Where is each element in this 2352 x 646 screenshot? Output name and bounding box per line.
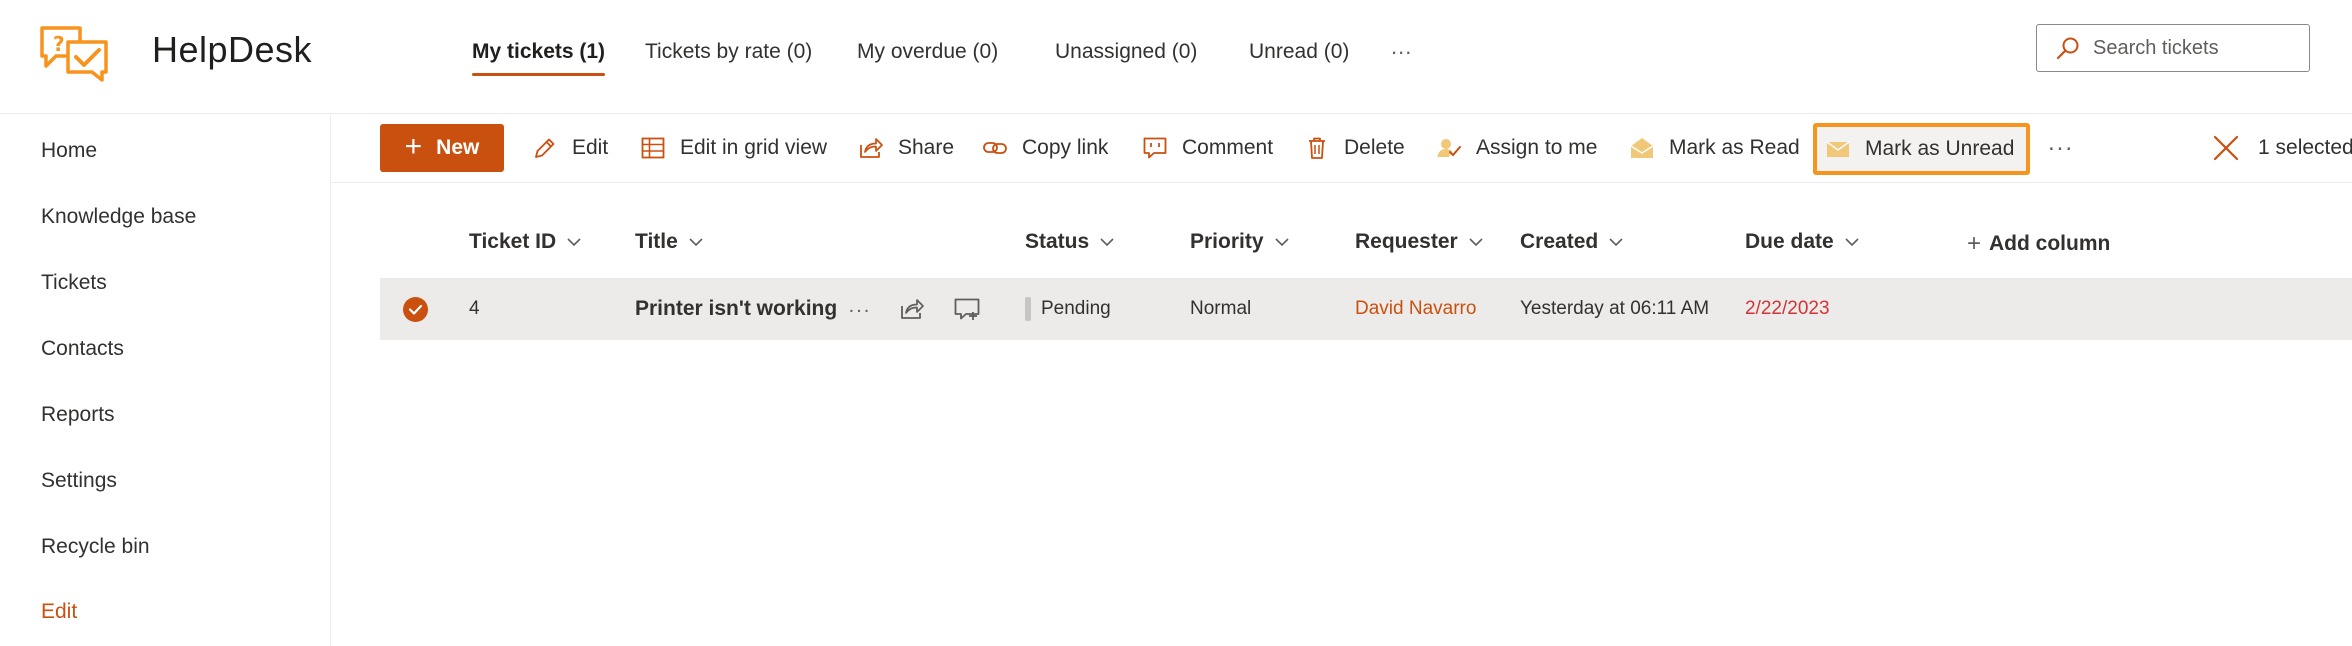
chevron-down-icon xyxy=(567,238,581,247)
sidebar-item-reports[interactable]: Reports xyxy=(41,400,115,430)
column-label: Title xyxy=(635,230,678,253)
sidebar-item-settings[interactable]: Settings xyxy=(41,466,117,496)
pencil-icon xyxy=(535,138,555,158)
column-label: Due date xyxy=(1745,230,1834,253)
column-label: Status xyxy=(1025,230,1090,253)
add-comment-icon xyxy=(954,298,980,320)
copy-link-button[interactable]: Copy link xyxy=(982,124,1108,172)
link-icon xyxy=(983,142,1007,154)
chevron-down-icon xyxy=(1100,238,1114,247)
chevron-down-icon xyxy=(1609,238,1623,247)
row-more-button[interactable]: ... xyxy=(846,292,874,320)
command-bar: + New Edit Edit in grid view Share Copy … xyxy=(332,115,2352,183)
search-icon xyxy=(2056,37,2079,60)
tab-unassigned[interactable]: Unassigned (0) xyxy=(1055,36,1197,68)
mark-as-unread-label: Mark as Unread xyxy=(1865,137,2015,160)
assign-person-icon xyxy=(1437,139,1461,157)
row-checkbox[interactable] xyxy=(403,297,428,322)
add-column-label: Add column xyxy=(1989,232,2111,255)
copy-link-label: Copy link xyxy=(1022,136,1109,159)
column-header-requester[interactable]: Requester xyxy=(1355,230,1484,254)
delete-button[interactable]: Delete xyxy=(1304,124,1405,172)
cell-priority: Normal xyxy=(1190,298,1252,319)
column-header-title[interactable]: Title xyxy=(635,230,704,254)
table-row[interactable]: 4 Printer isn't working ... Pending Norm… xyxy=(380,278,2352,340)
sidebar-item-contacts[interactable]: Contacts xyxy=(41,334,124,364)
assign-to-me-button[interactable]: Assign to me xyxy=(1436,124,1597,172)
column-header-status[interactable]: Status xyxy=(1025,230,1115,254)
trash-icon xyxy=(1309,137,1325,159)
column-header-priority[interactable]: Priority xyxy=(1190,230,1290,254)
column-header-due-date[interactable]: Due date xyxy=(1745,230,1860,254)
cell-ticket-id: 4 xyxy=(469,298,480,319)
clear-selection-button[interactable]: 1 selected xyxy=(2212,124,2352,172)
cell-created: Yesterday at 06:11 AM xyxy=(1520,298,1710,319)
cell-title[interactable]: Printer isn't working xyxy=(635,278,837,340)
envelope-closed-icon xyxy=(1826,141,1850,157)
sidebar-item-knowledge-base[interactable]: Knowledge base xyxy=(41,202,196,232)
close-icon xyxy=(2213,135,2239,161)
chevron-down-icon xyxy=(1274,238,1289,247)
column-label: Ticket ID xyxy=(469,230,557,253)
cell-status: Pending xyxy=(1025,278,1111,340)
mark-as-read-label: Mark as Read xyxy=(1669,136,1800,159)
envelope-open-icon xyxy=(1630,138,1654,158)
cell-requester[interactable]: David Navarro xyxy=(1355,278,1476,340)
row-share-button[interactable] xyxy=(898,295,926,323)
chevron-down-icon xyxy=(689,238,703,247)
helpdesk-logo-icon: ? xyxy=(38,24,110,82)
tab-tickets-by-rate[interactable]: Tickets by rate (0) xyxy=(645,36,812,68)
commands-more-button[interactable]: ... xyxy=(2048,129,2074,157)
edit-grid-view-button[interactable]: Edit in grid view xyxy=(640,124,827,172)
app-header: ? HelpDesk My tickets (1) Tickets by rat… xyxy=(0,0,2352,114)
add-column-button[interactable]: + Add column xyxy=(1967,230,2110,258)
tab-my-overdue[interactable]: My overdue (0) xyxy=(857,36,998,68)
column-label: Created xyxy=(1520,230,1599,253)
status-indicator xyxy=(1025,297,1031,321)
share-icon xyxy=(860,138,883,158)
tab-my-tickets[interactable]: My tickets (1) xyxy=(472,36,606,76)
new-button-label: New xyxy=(436,136,480,159)
selected-count: 1 selected xyxy=(2258,136,2352,159)
comment-button[interactable]: Comment xyxy=(1142,124,1273,172)
mark-as-unread-button[interactable]: Mark as Unread xyxy=(1813,123,2031,175)
plus-icon: + xyxy=(1967,230,1982,257)
row-add-comment-button[interactable] xyxy=(953,295,981,323)
column-header-created[interactable]: Created xyxy=(1520,230,1624,254)
column-label: Priority xyxy=(1190,230,1264,253)
delete-button-label: Delete xyxy=(1344,136,1405,159)
comment-icon xyxy=(1143,137,1167,159)
search-input[interactable] xyxy=(2093,36,2293,60)
tab-unread[interactable]: Unread (0) xyxy=(1249,36,1349,68)
chevron-down-icon xyxy=(1845,238,1859,247)
plus-icon: + xyxy=(404,129,423,163)
cell-due-date: 2/22/2023 xyxy=(1745,298,1830,319)
column-label: Requester xyxy=(1355,230,1458,253)
chevron-down-icon xyxy=(1469,238,1483,247)
mark-as-read-button[interactable]: Mark as Read xyxy=(1629,124,1800,172)
sidebar-edit-link[interactable]: Edit xyxy=(41,597,77,627)
grid-icon xyxy=(641,137,665,159)
tabs-more-button[interactable]: ... xyxy=(1391,34,1412,60)
search-box[interactable] xyxy=(2036,24,2310,72)
sidebar-nav: Home Knowledge base Tickets Contacts Rep… xyxy=(0,115,331,646)
sidebar-item-home[interactable]: Home xyxy=(41,136,97,166)
column-header-ticket-id[interactable]: Ticket ID xyxy=(469,230,582,254)
share-icon xyxy=(901,299,924,319)
edit-button-label: Edit xyxy=(572,136,609,159)
status-label: Pending xyxy=(1041,298,1111,319)
checkmark-icon xyxy=(408,304,423,315)
share-button[interactable]: Share xyxy=(858,124,954,172)
sidebar-item-tickets[interactable]: Tickets xyxy=(41,268,107,298)
svg-text:?: ? xyxy=(53,32,65,56)
share-button-label: Share xyxy=(898,136,955,159)
app-title: HelpDesk xyxy=(152,29,313,70)
assign-to-me-label: Assign to me xyxy=(1476,136,1598,159)
sidebar-item-recycle-bin[interactable]: Recycle bin xyxy=(41,532,150,562)
edit-grid-view-label: Edit in grid view xyxy=(680,136,828,159)
new-button[interactable]: + New xyxy=(380,124,504,172)
edit-button[interactable]: Edit xyxy=(532,124,608,172)
comment-button-label: Comment xyxy=(1182,136,1274,159)
